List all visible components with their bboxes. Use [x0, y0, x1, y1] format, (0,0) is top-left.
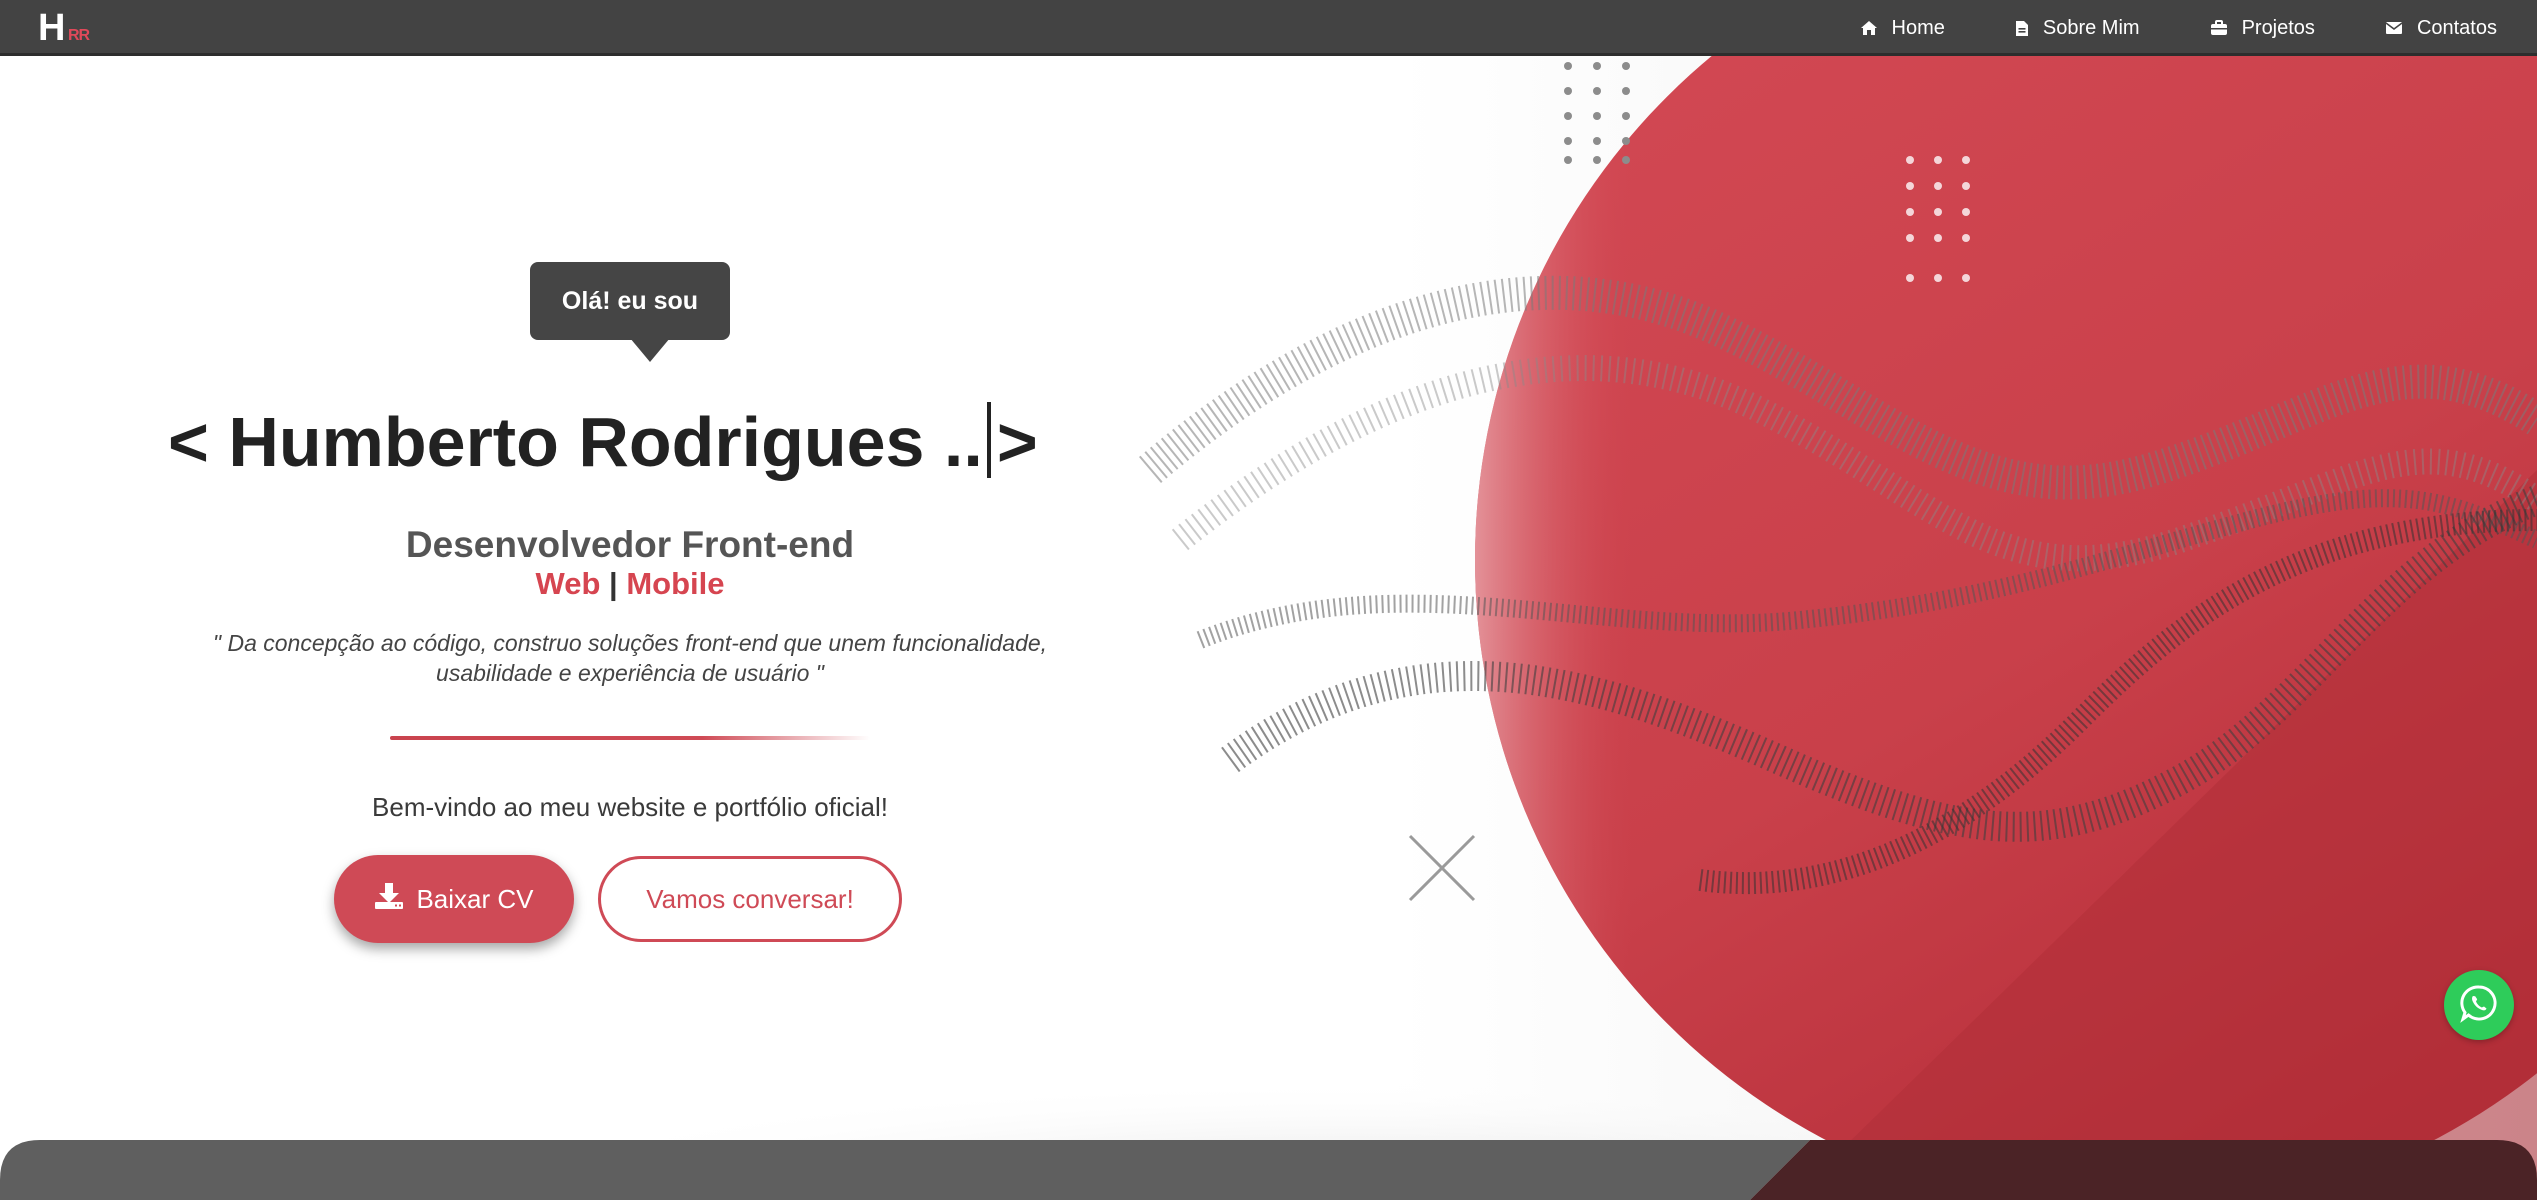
nav-item-home[interactable]: Home: [1860, 17, 1945, 40]
download-cv-label: Baixar CV: [416, 883, 534, 914]
hero-quote-line1: " Da concepção ao código, construo soluç…: [212, 630, 1048, 656]
nav-item-projetos[interactable]: Projetos: [2210, 17, 2315, 40]
platform-mobile: Mobile: [626, 566, 725, 601]
nav-item-sobre-mim[interactable]: Sobre Mim: [2015, 17, 2140, 40]
bottom-section-edge: [0, 1140, 2537, 1200]
typing-cursor: [986, 402, 991, 478]
download-cv-button[interactable]: Baixar CV: [334, 855, 574, 943]
whatsapp-button[interactable]: [2444, 970, 2514, 1040]
nav-item-label: Projetos: [2241, 16, 2315, 39]
hero-name-close: >: [996, 403, 1038, 481]
hero-name-text: < Humberto Rodrigues ..: [168, 403, 983, 481]
nav-item-label: Sobre Mim: [2042, 16, 2140, 39]
whatsapp-icon: [2459, 983, 2499, 1028]
hero-name: < Humberto Rodrigues .. >: [168, 400, 1108, 484]
nav-item-contatos[interactable]: Contatos: [2385, 17, 2497, 40]
envelope-icon: [2385, 21, 2403, 35]
logo-letter: H: [38, 7, 66, 49]
nav-menu: Home Sobre Mim Projetos Contatos: [1860, 0, 2497, 56]
hero-divider: [390, 736, 870, 740]
briefcase-icon: [2210, 20, 2228, 36]
home-icon: [1860, 20, 1878, 36]
navbar: H RR Home Sobre Mim Projetos Contatos: [0, 0, 2537, 56]
hero-quote-line2: usabilidade e experiência de usuário ": [436, 660, 824, 686]
logo-sub: RR: [68, 27, 90, 44]
contact-button[interactable]: Vamos conversar!: [598, 856, 902, 942]
download-icon: [374, 882, 404, 917]
file-icon: [2015, 20, 2029, 37]
hero-section: Olá! eu sou < Humberto Rodrigues .. > Des…: [0, 0, 1260, 1200]
nav-item-label: Home: [1891, 16, 1945, 39]
platform-web: Web: [535, 566, 601, 601]
welcome-text: Bem-vindo ao meu website e portfólio ofi…: [372, 792, 888, 822]
platform-separator: |: [609, 566, 618, 601]
greeting-bubble-tail: [630, 338, 670, 362]
hero-quote: " Da concepção ao código, construo soluç…: [170, 628, 1090, 688]
hero-role: Desenvolvedor Front-end: [405, 524, 855, 565]
greeting-bubble: Olá! eu sou: [530, 262, 730, 340]
nav-item-label: Contatos: [2416, 16, 2497, 39]
hero-platforms: Web | Mobile: [0, 566, 1260, 602]
